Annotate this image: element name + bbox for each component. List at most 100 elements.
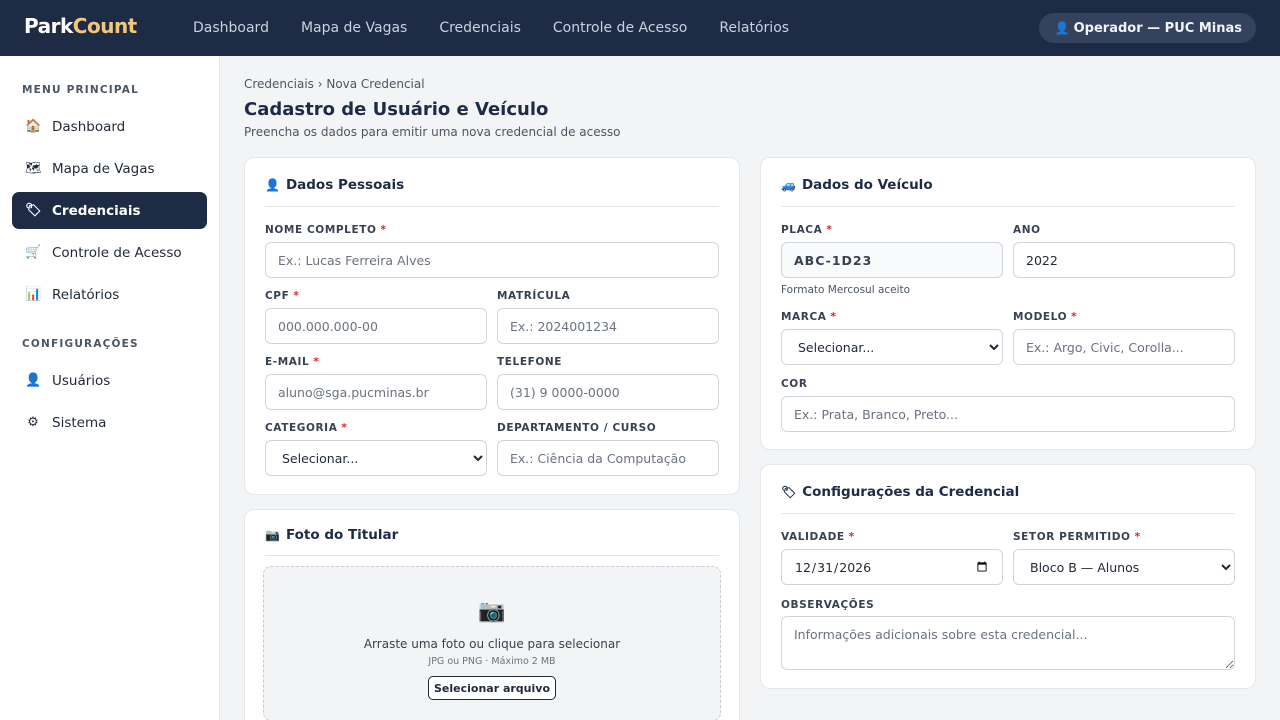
phone-input[interactable] (497, 374, 719, 410)
camera-icon: 📷 (265, 528, 280, 542)
user-label: Operador — PUC Minas (1073, 20, 1242, 36)
photo-card: 📷 Foto do Titular 📷 Arraste uma foto ou … (244, 509, 740, 720)
sidebar-item-usuarios[interactable]: 👤 Usuários (12, 362, 207, 399)
color-label: COR (781, 378, 808, 390)
required-mark: * (830, 311, 837, 323)
divider (265, 206, 719, 207)
name-label-text: NOME COMPLETO (265, 224, 377, 236)
page-subtitle: Preencha os dados para emitir uma nova c… (244, 125, 621, 139)
cart-icon: 🛒 (25, 245, 42, 260)
sidebar-item-label: Relatórios (52, 286, 120, 303)
sector-label-text: SETOR PERMITIDO (1013, 531, 1131, 543)
sidebar-item-controle-de-acesso[interactable]: 🛒 Controle de Acesso (12, 234, 207, 271)
personal-card-title: 👤 Dados Pessoais (265, 177, 404, 193)
year-input[interactable] (1013, 242, 1235, 278)
personal-data-card: 👤 Dados Pessoais NOME COMPLETO* CPF* MAT… (244, 157, 740, 495)
required-mark: * (341, 422, 348, 434)
logo-text-park: Park (24, 14, 73, 38)
plate-input[interactable] (781, 242, 1003, 278)
dropzone-text: Arraste uma foto ou clique para selecion… (363, 637, 621, 651)
required-mark: * (826, 224, 833, 236)
user-icon: 👤 (25, 373, 42, 388)
notes-textarea[interactable] (781, 616, 1235, 670)
credential-card-title: 🏷 Configurações da Credencial (781, 484, 1019, 500)
required-mark: * (1071, 311, 1078, 323)
topnav-credenciais[interactable]: Credenciais (439, 20, 521, 36)
photo-dropzone[interactable]: 📷 Arraste uma foto ou clique para seleci… (263, 566, 721, 720)
sidebar-item-label: Sistema (52, 414, 107, 431)
sidebar-item-label: Mapa de Vagas (52, 160, 155, 177)
dept-label: DEPARTAMENTO / CURSO (497, 422, 657, 434)
sidebar-section-config: CONFIGURAÇÕES (22, 338, 139, 350)
top-nav: Dashboard Mapa de Vagas Credenciais Cont… (193, 0, 821, 56)
divider (781, 513, 1235, 514)
sidebar-item-label: Credenciais (52, 202, 141, 219)
topnav-controle-de-acesso[interactable]: Controle de Acesso (553, 20, 687, 36)
topnav-relatorios[interactable]: Relatórios (719, 20, 789, 36)
cpf-label-text: CPF (265, 290, 290, 302)
sidebar: MENU PRINCIPAL 🏠 Dashboard 🗺 Mapa de Vag… (0, 56, 220, 720)
camera-icon: 📷 (478, 599, 506, 624)
credential-config-card: 🏷 Configurações da Credencial VALIDADE * … (760, 464, 1256, 689)
category-select[interactable]: Selecionar... (265, 440, 487, 476)
required-mark: * (848, 531, 855, 543)
sidebar-item-dashboard[interactable]: 🏠 Dashboard (12, 108, 207, 145)
brand-select[interactable]: Selecionar... (781, 329, 1003, 365)
name-input[interactable] (265, 242, 719, 278)
user-menu[interactable]: 👤 Operador — PUC Minas (1038, 13, 1256, 43)
category-label-text: CATEGORIA (265, 422, 338, 434)
vehicle-card-title: 🚙 Dados do Veículo (781, 177, 933, 193)
map-icon: 🗺 (25, 161, 42, 176)
user-icon: 👤 (1054, 21, 1070, 35)
sidebar-item-label: Dashboard (52, 118, 126, 135)
sidebar-section-main: MENU PRINCIPAL (22, 84, 140, 96)
photo-card-title: 📷 Foto do Titular (265, 527, 398, 543)
select-file-button[interactable]: Selecionar arquivo (428, 676, 556, 700)
phone-label: TELEFONE (497, 356, 563, 368)
photo-card-title-text: Foto do Titular (285, 527, 399, 543)
plate-hint: Formato Mercosul aceito (781, 284, 911, 296)
gear-icon: ⚙ (27, 415, 39, 430)
color-input[interactable] (781, 396, 1235, 432)
cpf-label: CPF * (265, 290, 299, 302)
validity-label-text: VALIDADE (781, 531, 845, 543)
vehicle-card-title-text: Dados do Veículo (801, 177, 933, 193)
topnav-dashboard[interactable]: Dashboard (193, 20, 269, 36)
email-label: E-MAIL * (265, 356, 319, 368)
name-label: NOME COMPLETO * (265, 224, 387, 236)
sector-select[interactable]: Bloco B — Alunos (1013, 549, 1235, 585)
matricula-label: MATRÍCULA (497, 290, 571, 302)
topnav-mapa-de-vagas[interactable]: Mapa de Vagas (301, 20, 407, 36)
personal-card-title-text: Dados Pessoais (285, 177, 405, 193)
house-icon: 🏠 (25, 119, 42, 134)
validity-label: VALIDADE * (781, 531, 855, 543)
sidebar-item-label: Controle de Acesso (52, 244, 182, 261)
notes-label: OBSERVAÇÕES (781, 599, 875, 611)
credential-card-title-text: Configurações da Credencial (802, 484, 1020, 500)
model-label: MODELO * (1013, 311, 1077, 323)
cpf-input[interactable] (265, 308, 487, 344)
breadcrumb: Credenciais › Nova Credencial (244, 77, 425, 91)
user-icon: 👤 (265, 178, 280, 192)
sidebar-item-mapa-de-vagas[interactable]: 🗺 Mapa de Vagas (12, 150, 207, 187)
dept-input[interactable] (497, 440, 719, 476)
matricula-input[interactable] (497, 308, 719, 344)
logo-text-count: Count (72, 14, 137, 38)
email-input[interactable] (265, 374, 487, 410)
vehicle-card: 🚙 Dados do Veículo PLACA* Formato Mercos… (760, 157, 1256, 450)
divider (265, 555, 719, 556)
model-input[interactable] (1013, 329, 1235, 365)
email-label-text: E-MAIL (265, 356, 310, 368)
validity-date-input[interactable] (781, 549, 1003, 585)
car-icon: 🚙 (781, 178, 796, 192)
model-label-text: MODELO (1013, 311, 1068, 323)
plate-label-text: PLACA (781, 224, 823, 236)
app-logo[interactable]: ParkCount (24, 14, 137, 38)
sidebar-item-relatorios[interactable]: 📊 Relatórios (12, 276, 207, 313)
credential-icon: 🏷 (25, 203, 42, 218)
sidebar-item-sistema[interactable]: ⚙ Sistema (12, 404, 207, 441)
required-mark: * (313, 356, 320, 368)
sidebar-item-credenciais[interactable]: 🏷 Credenciais (12, 192, 207, 229)
brand-label: MARCA * (781, 311, 837, 323)
chart-icon: 📊 (25, 287, 42, 302)
